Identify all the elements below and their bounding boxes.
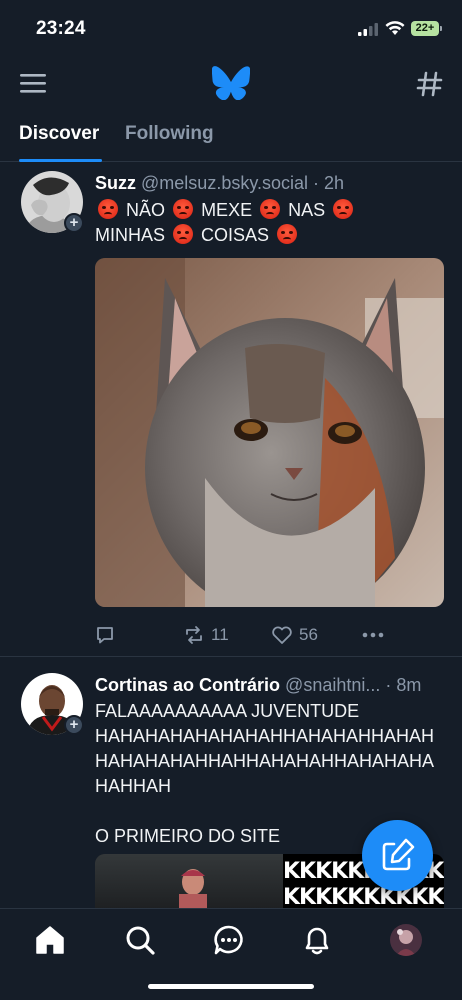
author-handle[interactable]: @melsuz.bsky.social <box>141 173 308 193</box>
angry-face-emoji <box>98 199 118 219</box>
cellular-signal-icon <box>358 23 378 36</box>
separator-dot: · <box>313 173 320 193</box>
hashtag-icon[interactable] <box>416 70 444 98</box>
post-time[interactable]: 8m <box>396 675 421 695</box>
wifi-icon <box>385 21 405 35</box>
status-bar: 23:24 22+ <box>0 0 462 60</box>
avatar-image <box>390 924 422 956</box>
compose-button[interactable] <box>362 820 433 891</box>
battery-indicator: 22+ <box>411 21 439 36</box>
cat-photo <box>95 258 444 607</box>
angry-face-emoji <box>333 199 354 219</box>
more-options-button[interactable] <box>361 621 391 649</box>
app-header <box>0 60 462 108</box>
repost-icon <box>186 626 202 644</box>
separator-dot: · <box>385 675 392 695</box>
post-header: Suzz @melsuz.bsky.social · 2h <box>95 173 445 194</box>
post-text: NÃO MEXE NAS MINHAS COISAS <box>95 198 440 248</box>
post-text-line: HAHAHAHAHAHAHAHHAHAHAHHAHAH <box>95 726 435 746</box>
chat-bubble-icon[interactable] <box>212 923 246 957</box>
post-actions: 11 56 <box>95 621 444 649</box>
compose-pencil-icon <box>382 838 415 871</box>
post-text-line: HAHAHAHAHHAHHAHAHAHHAHAHAHA <box>95 751 435 771</box>
search-icon[interactable] <box>123 923 157 957</box>
feed-post[interactable]: + Suzz @melsuz.bsky.social · 2h NÃO MEXE… <box>0 163 462 657</box>
profile-avatar[interactable] <box>390 924 422 956</box>
butterfly-logo-icon[interactable] <box>212 66 250 100</box>
author-name[interactable]: Suzz <box>95 173 136 193</box>
angry-face-emoji <box>173 199 194 219</box>
author-handle[interactable]: @snaihtni... <box>285 675 380 695</box>
follow-plus-icon[interactable]: + <box>64 715 84 735</box>
repost-count: 11 <box>211 625 229 644</box>
angry-face-emoji <box>260 199 281 219</box>
reply-bubble-icon <box>97 627 113 644</box>
post-word: NAS <box>288 200 326 220</box>
like-count: 56 <box>299 625 318 644</box>
post-time[interactable]: 2h <box>324 173 344 193</box>
home-icon[interactable] <box>33 923 67 957</box>
repost-button[interactable]: 11 <box>183 621 229 649</box>
post-text-line: FALAAAAAAAAAA JUVENTUDE <box>95 701 360 721</box>
follow-plus-icon[interactable]: + <box>64 213 84 233</box>
bell-icon[interactable] <box>300 923 334 957</box>
status-time: 23:24 <box>36 18 86 39</box>
post-word: MEXE <box>201 200 253 220</box>
hamburger-menu-icon[interactable] <box>20 72 46 94</box>
like-button[interactable]: 56 <box>271 621 318 649</box>
post-header: Cortinas ao Contrário @snaihtni... · 8m <box>95 675 445 696</box>
post-word: MINHAS <box>95 225 166 245</box>
battery-nub <box>440 26 442 31</box>
post-image-cat[interactable] <box>95 258 444 607</box>
video-frame-left <box>95 854 283 914</box>
reply-button[interactable] <box>95 621 121 649</box>
heart-icon <box>272 626 292 644</box>
person-figure <box>179 869 207 914</box>
more-dots-icon <box>362 632 384 638</box>
post-word: NÃO <box>126 200 166 220</box>
home-indicator <box>148 984 314 989</box>
feed-tabs: Discover Following <box>0 112 462 162</box>
post-word: COISAS <box>201 225 270 245</box>
angry-face-emoji <box>173 224 194 244</box>
post-text-line: HAHHAH <box>95 776 172 796</box>
author-name[interactable]: Cortinas ao Contrário <box>95 675 280 695</box>
active-tab-indicator <box>19 159 102 162</box>
angry-face-emoji <box>277 224 298 244</box>
bottom-navigation <box>0 908 462 1000</box>
tab-discover[interactable]: Discover <box>19 123 99 145</box>
tab-following[interactable]: Following <box>125 123 214 145</box>
